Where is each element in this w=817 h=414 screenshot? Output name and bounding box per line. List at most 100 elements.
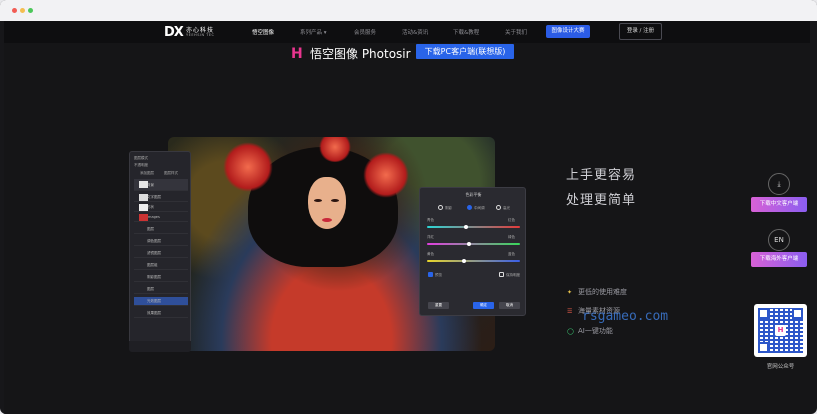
nav-item-about[interactable]: 关于我们 — [505, 28, 527, 36]
maximize-window-icon[interactable] — [28, 8, 33, 13]
layer-row[interactable]: 阴影图层 — [134, 273, 188, 282]
slider-right-label: 红色 — [508, 218, 515, 222]
layer-row[interactable]: Images — [134, 213, 188, 222]
layer-row-selected[interactable]: 光效图层 — [134, 297, 188, 306]
browser-window: DX 亦心科技 YEEHSIN TEC 悟空图像 系列产品 ▾ 会员服务 活动&… — [0, 0, 817, 414]
slider-left-label: 洋红 — [427, 235, 434, 239]
top-nav: DX 亦心科技 YEEHSIN TEC 悟空图像 系列产品 ▾ 会员服务 活动&… — [4, 21, 810, 43]
watermark-text: rsgameo.com — [582, 309, 669, 324]
qr-logo-icon: H — [775, 325, 786, 336]
radio-highlight[interactable] — [496, 205, 501, 210]
bulb-icon: ✦ — [567, 289, 573, 296]
layer-label: 调色图层 — [147, 239, 161, 243]
layer-mode-label: 图层模式 — [134, 156, 148, 160]
preserve-luminosity-label: 保持明度 — [506, 273, 520, 277]
layer-thumb — [139, 194, 148, 201]
login-button[interactable]: 登录 / 注册 — [619, 23, 662, 40]
magenta-green-slider[interactable] — [427, 243, 520, 245]
layer-label: 形状 — [147, 205, 154, 209]
layer-label: 效果图层 — [147, 311, 161, 315]
cancel-button[interactable]: 取消 — [499, 302, 520, 309]
design-contest-button[interactable]: 图像设计大赛 — [546, 25, 590, 38]
layer-label: 阴影图层 — [147, 275, 161, 279]
nav-item-downloads[interactable]: 下载&教程 — [453, 28, 479, 36]
web-page: DX 亦心科技 YEEHSIN TEC 悟空图像 系列产品 ▾ 会员服务 活动&… — [4, 21, 810, 414]
slider-right-label: 绿色 — [508, 235, 515, 239]
layer-thumb — [139, 181, 148, 188]
layer-row[interactable]: 图层 — [134, 225, 188, 234]
opacity-label: 不透明度 — [134, 163, 148, 167]
window-titlebar — [0, 0, 817, 21]
layer-label: 滤镜图层 — [147, 251, 161, 255]
color-panel-title: 色彩平衡 — [465, 192, 482, 197]
layer-row[interactable]: 图层组 — [134, 261, 188, 270]
layer-label: 背景 — [147, 183, 154, 187]
qr-caption: 官网公众号 — [766, 364, 795, 370]
slider-knob[interactable] — [464, 225, 469, 229]
layer-thumb — [139, 214, 148, 221]
preview-label: 预览 — [435, 273, 442, 277]
layers-panel: 图层模式 不透明度 添加图层 图层样式 背景 文字图层 形状 Images 图层… — [129, 151, 191, 351]
slider-knob[interactable] — [466, 242, 471, 246]
close-window-icon[interactable] — [12, 8, 17, 13]
feature-text: 更低的使用难度 — [578, 288, 627, 296]
layer-label: 图层 — [147, 227, 154, 231]
nav-item-products[interactable]: 系列产品 ▾ — [300, 28, 327, 36]
product-title: 悟空图像 Photosir — [310, 47, 411, 61]
layer-row[interactable]: 形状 — [134, 203, 188, 212]
layer-row[interactable]: 调色图层 — [134, 237, 188, 246]
language-en-button[interactable]: EN — [768, 229, 790, 251]
flower-decoration — [223, 142, 273, 192]
layer-row[interactable]: 图层 — [134, 285, 188, 294]
add-layer-button[interactable]: 添加图层 — [140, 171, 154, 176]
layer-label: 光效图层 — [147, 299, 161, 303]
layer-row[interactable]: 滤镜图层 — [134, 249, 188, 258]
tagline-line-2: 处理更简单 — [566, 193, 637, 208]
logo-subtext: YEEHSIN TEC — [186, 33, 215, 37]
layer-label: 文字图层 — [147, 195, 161, 199]
reset-button[interactable]: 重置 — [428, 302, 449, 309]
layers-toolbar — [129, 341, 191, 352]
download-pc-button[interactable]: 下载PC客户端(联想版) — [416, 44, 514, 59]
mode-label: 中间调 — [474, 206, 485, 210]
preview-checkbox[interactable] — [428, 272, 433, 277]
minimize-window-icon[interactable] — [20, 8, 25, 13]
layer-label: 图层 — [147, 287, 154, 291]
radio-shadow[interactable] — [438, 205, 443, 210]
qr-finder — [758, 308, 769, 319]
nav-item-membership[interactable]: 会员服务 — [354, 28, 376, 36]
mode-label: 阴影 — [445, 206, 452, 210]
feature-text: AI一键功能 — [578, 327, 613, 335]
layer-row[interactable]: 文字图层 — [134, 193, 188, 202]
yellow-blue-slider[interactable] — [427, 260, 520, 262]
layer-style-button[interactable]: 图层样式 — [164, 171, 178, 176]
download-arrow-icon[interactable]: ⤓ — [768, 173, 790, 195]
tagline-line-1: 上手更容易 — [566, 168, 637, 183]
feature-item: ◯ AI一键功能 — [567, 326, 613, 336]
layer-row[interactable]: 效果图层 — [134, 309, 188, 318]
logo-mark[interactable]: DX — [164, 25, 184, 40]
layer-row[interactable]: 背景 — [134, 179, 188, 191]
eye-shape — [331, 199, 339, 202]
qr-pattern: H — [758, 308, 803, 353]
slider-knob[interactable] — [462, 259, 467, 263]
slider-left-label: 青色 — [427, 218, 434, 222]
feature-item: ✦ 更低的使用难度 — [567, 287, 627, 297]
layers-icon: ☰ — [567, 308, 573, 315]
nav-item-wukong[interactable]: 悟空图像 — [252, 28, 274, 36]
cyan-red-slider[interactable] — [427, 226, 520, 228]
ring-icon: ◯ — [567, 328, 574, 335]
confirm-button[interactable]: 确定 — [473, 302, 494, 309]
qr-finder — [758, 342, 769, 353]
color-balance-panel: 色彩平衡 阴影 中间调 高光 青色 红色 洋红 绿色 黄色 蓝色 预览 保持明度… — [419, 187, 526, 316]
radio-midtone[interactable] — [467, 205, 472, 210]
slider-left-label: 黄色 — [427, 252, 434, 256]
nav-item-news[interactable]: 活动&资讯 — [402, 28, 428, 36]
lips-shape — [322, 218, 332, 222]
preserve-luminosity-checkbox[interactable] — [499, 272, 504, 277]
product-logo-icon: H — [291, 46, 303, 62]
download-cn-client-button[interactable]: 下载中文客户端 — [751, 197, 807, 212]
download-overseas-client-button[interactable]: 下载海外客户端 — [751, 252, 807, 267]
flower-decoration — [363, 152, 409, 198]
layer-thumb — [139, 204, 148, 211]
